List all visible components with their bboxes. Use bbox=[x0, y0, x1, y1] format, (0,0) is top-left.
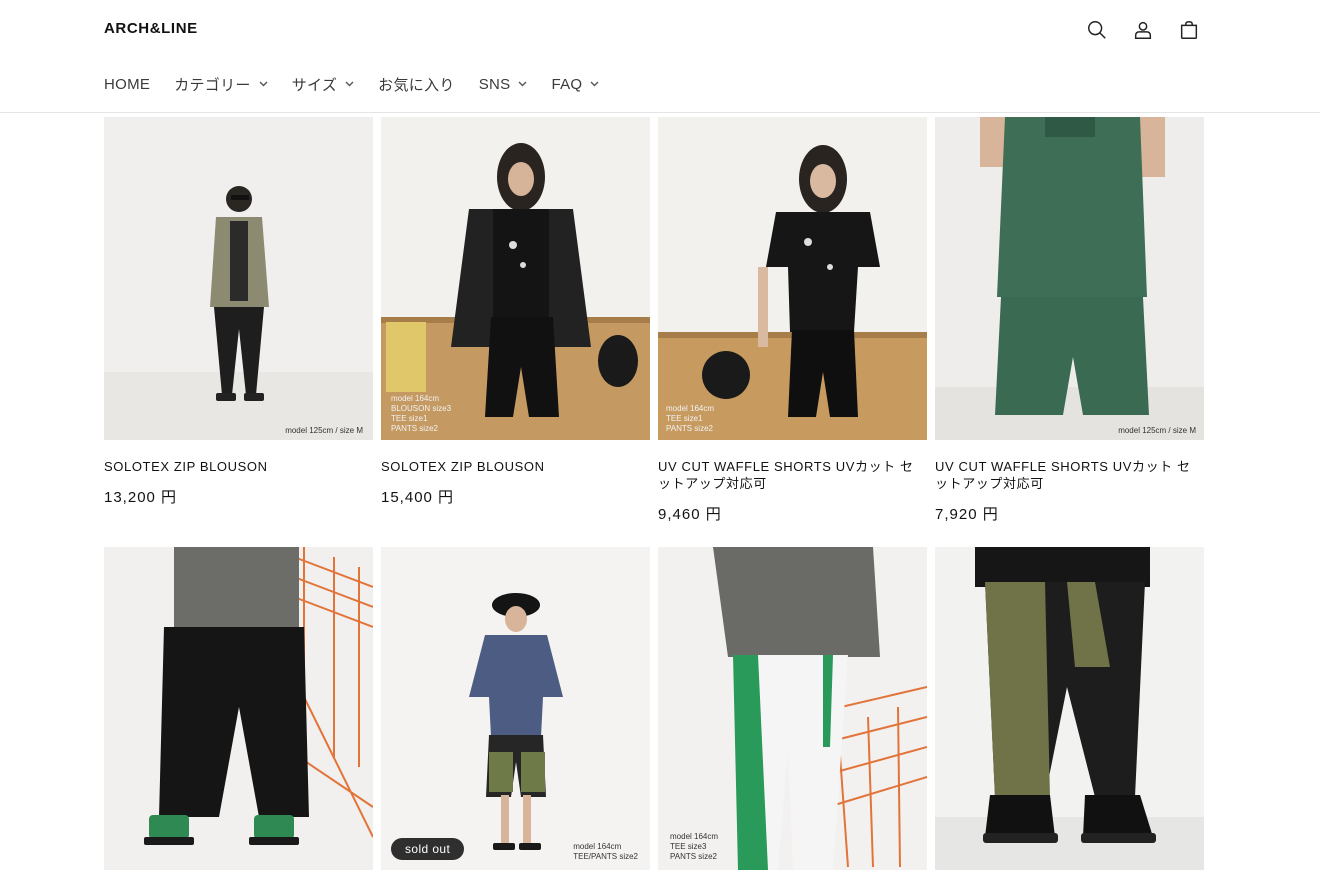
nav-label: HOME bbox=[104, 75, 151, 93]
product-image[interactable]: sold out model 164cm TEE/PANTS size2 bbox=[381, 547, 650, 870]
product-image[interactable]: model 125cm / size M bbox=[935, 117, 1204, 440]
product-price: 9,460 円 bbox=[658, 506, 722, 523]
nav-sns[interactable]: SNS bbox=[479, 73, 528, 95]
product-title[interactable]: UV CUT WAFFLE SHORTS UVカット セットアップ対応可 bbox=[658, 458, 927, 492]
model-caption: model 164cm BLOUSON size3 TEE size1 PANT… bbox=[391, 394, 452, 433]
product-price: 7,920 円 bbox=[935, 506, 999, 523]
model-caption: model 164cm TEE size1 PANTS size2 bbox=[666, 404, 715, 433]
model-caption: model 125cm / size M bbox=[1118, 426, 1196, 435]
site-logo[interactable]: ARCH&LINE bbox=[104, 20, 198, 37]
product-title[interactable]: UV CUT WAFFLE SHORTS UVカット セットアップ対応可 bbox=[935, 458, 1204, 492]
chevron-down-icon bbox=[345, 81, 354, 87]
product-card bbox=[104, 547, 373, 870]
account-icon[interactable] bbox=[1131, 18, 1155, 42]
product-card: model 125cm / size M UV CUT WAFFLE SHORT… bbox=[935, 117, 1204, 524]
search-icon[interactable] bbox=[1085, 18, 1109, 42]
product-card: model 164cm BLOUSON size3 TEE size1 PANT… bbox=[381, 117, 650, 507]
nav-label: お気に入り bbox=[378, 76, 455, 94]
product-price: 15,400 円 bbox=[381, 489, 455, 506]
nav-category[interactable]: カテゴリー bbox=[174, 73, 268, 95]
product-price: 13,200 円 bbox=[104, 489, 178, 506]
main-nav: HOME カテゴリー サイズ お気に入り SNS FAQ bbox=[104, 73, 623, 95]
chevron-down-icon bbox=[518, 81, 527, 87]
sold-out-badge: sold out bbox=[391, 838, 465, 860]
model-caption: model 125cm / size M bbox=[285, 426, 363, 435]
product-card: model 125cm / size M SOLOTEX ZIP BLOUSON… bbox=[104, 117, 373, 507]
nav-label: サイズ bbox=[291, 76, 338, 94]
nav-label: SNS bbox=[478, 75, 511, 93]
cart-icon[interactable] bbox=[1177, 18, 1201, 42]
product-card: model 164cm TEE size1 PANTS size2 UV CUT… bbox=[658, 117, 927, 524]
product-image[interactable]: model 125cm / size M bbox=[104, 117, 373, 440]
product-card bbox=[935, 547, 1204, 870]
site-header: ARCH&LINE HOME カテゴリー サイズ お気に入り SNS FAQ bbox=[0, 0, 1320, 113]
model-caption: model 164cm TEE size3 PANTS size2 bbox=[670, 832, 719, 861]
nav-label: FAQ bbox=[551, 75, 583, 93]
product-image[interactable]: model 164cm BLOUSON size3 TEE size1 PANT… bbox=[381, 117, 650, 440]
product-title[interactable]: SOLOTEX ZIP BLOUSON bbox=[104, 458, 373, 475]
product-card: model 164cm TEE size3 PANTS size2 bbox=[658, 547, 927, 870]
chevron-down-icon bbox=[259, 81, 268, 87]
product-image[interactable] bbox=[935, 547, 1204, 870]
nav-label: カテゴリー bbox=[174, 76, 251, 94]
product-image[interactable]: model 164cm TEE size3 PANTS size2 bbox=[658, 547, 927, 870]
nav-size[interactable]: サイズ bbox=[292, 73, 354, 95]
nav-home[interactable]: HOME bbox=[104, 73, 150, 95]
header-icons bbox=[1085, 18, 1201, 42]
nav-favorites[interactable]: お気に入り bbox=[378, 73, 455, 95]
product-image[interactable]: model 164cm TEE size1 PANTS size2 bbox=[658, 117, 927, 440]
product-title[interactable]: SOLOTEX ZIP BLOUSON bbox=[381, 458, 650, 475]
model-caption: model 164cm TEE/PANTS size2 bbox=[573, 842, 638, 861]
nav-faq[interactable]: FAQ bbox=[551, 73, 599, 95]
chevron-down-icon bbox=[590, 81, 599, 87]
product-card: sold out model 164cm TEE/PANTS size2 bbox=[381, 547, 650, 870]
product-image[interactable] bbox=[104, 547, 373, 870]
